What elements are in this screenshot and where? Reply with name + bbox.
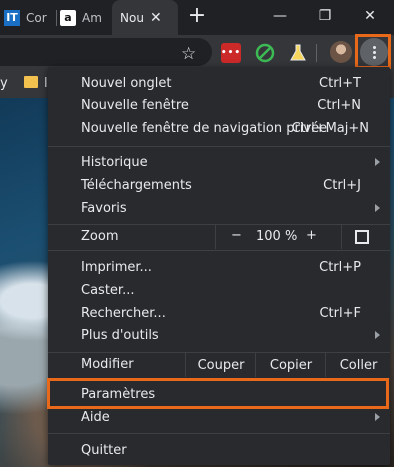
highlight-menu-button [355, 34, 391, 69]
tab-favicon-amazon: a [60, 9, 76, 26]
submenu-arrow-icon [375, 331, 380, 339]
toolbar-separator [316, 44, 317, 62]
tab-2[interactable]: a Am [60, 0, 108, 35]
folder-icon[interactable] [24, 76, 38, 88]
tab-title: Cor [26, 10, 47, 25]
tab-active[interactable]: Nou ✕ [112, 0, 178, 35]
menu-item-history[interactable]: Historique [48, 151, 390, 173]
menu-item-find[interactable]: Rechercher... Ctrl+F [48, 302, 390, 324]
tab-1[interactable]: IT Cor [4, 0, 54, 35]
highlight-settings-item [47, 378, 389, 409]
bookmark-star-icon[interactable]: ☆ [181, 44, 196, 64]
menu-item-more-tools[interactable]: Plus d'outils [48, 324, 390, 346]
paste-button[interactable]: Coller [325, 353, 391, 377]
submenu-arrow-icon [375, 158, 380, 166]
menu-separator [48, 146, 390, 147]
new-tab-button[interactable]: + [184, 4, 210, 30]
zoom-level: 100 % [256, 229, 298, 244]
copy-button[interactable]: Copier [255, 353, 326, 377]
fullscreen-icon[interactable] [355, 230, 369, 244]
zoom-label: Zoom [81, 229, 119, 244]
menu-item-help[interactable]: Aide [48, 406, 390, 428]
flask-extension-icon[interactable] [288, 43, 308, 63]
menu-item-print[interactable]: Imprimer... Ctrl+P [48, 256, 390, 278]
minimize-button[interactable]: — [265, 5, 295, 27]
close-window-button[interactable]: ✕ [355, 5, 385, 27]
green-extension-icon[interactable] [255, 43, 275, 63]
menu-item-bookmarks[interactable]: Favoris [48, 197, 390, 219]
tab-close-icon[interactable]: ✕ [150, 10, 162, 26]
menu-item-quit[interactable]: Quitter [48, 439, 390, 461]
menu-edit-row: Modifier Couper Copier Coller [48, 353, 390, 377]
edit-label: Modifier [81, 357, 134, 372]
menu-item-new-incognito-window[interactable]: Nouvelle fenêtre de navigation privée Ct… [48, 117, 390, 139]
bookmark-item[interactable]: y [0, 76, 8, 91]
tab-separator [56, 10, 57, 26]
lastpass-extension-icon[interactable]: ••• [221, 43, 241, 63]
menu-zoom-row: Zoom − 100 % + [48, 225, 390, 249]
menu-item-new-tab[interactable]: Nouvel onglet Ctrl+T [48, 72, 390, 94]
menu-item-new-window[interactable]: Nouvelle fenêtre Ctrl+N [48, 94, 390, 116]
tab-favicon-it: IT [4, 9, 20, 26]
menu-item-downloads[interactable]: Téléchargements Ctrl+J [48, 174, 390, 196]
restore-button[interactable]: ❐ [310, 5, 340, 27]
zoom-out-button[interactable]: − [231, 228, 242, 243]
menu-separator [48, 433, 390, 434]
submenu-arrow-icon [375, 413, 380, 421]
cut-button[interactable]: Couper [185, 353, 256, 377]
submenu-arrow-icon [375, 204, 380, 212]
zoom-in-button[interactable]: + [306, 228, 317, 243]
tab-strip: IT Cor a Am Nou ✕ + — ❐ ✕ [0, 0, 394, 35]
tab-title: Am [82, 10, 102, 25]
menu-separator [48, 250, 390, 251]
profile-avatar[interactable] [330, 41, 352, 63]
menu-item-cast[interactable]: Caster... [48, 279, 390, 301]
tab-title: Nou [120, 10, 144, 25]
